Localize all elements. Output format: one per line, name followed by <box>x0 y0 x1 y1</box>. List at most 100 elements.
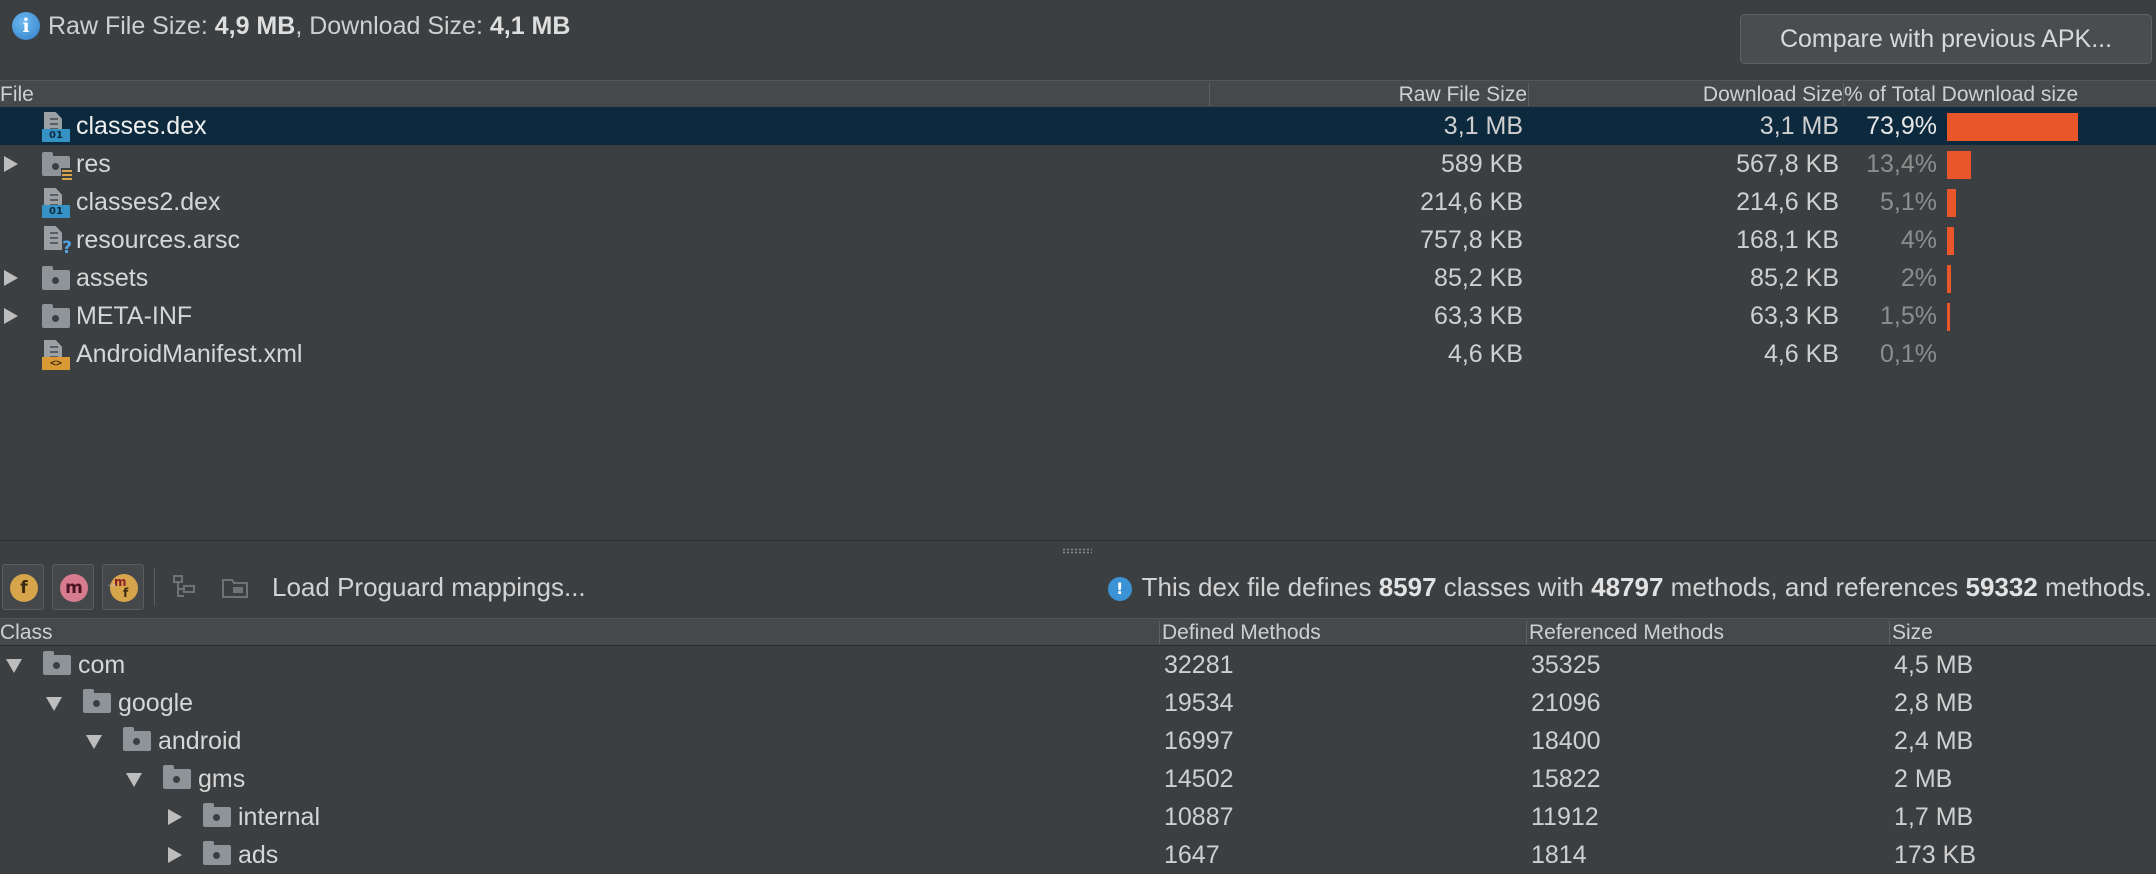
file-name: resources.arsc <box>76 226 240 254</box>
package-name: gms <box>198 765 246 793</box>
expand-arrow-icon[interactable] <box>4 308 18 324</box>
xml-file-icon: <> <box>42 340 72 370</box>
raw-size-column-header[interactable]: Raw File Size <box>1399 81 1527 108</box>
summary-bar: i Raw File Size: 4,9 MB, Download Size: … <box>0 0 2156 80</box>
file-name: AndroidManifest.xml <box>76 340 303 368</box>
download-size-cell: 168,1 KB <box>1736 226 1839 254</box>
folder-icon <box>42 302 72 332</box>
size-column-header[interactable]: Size <box>1892 619 1933 646</box>
class-row[interactable]: com 32281 35325 4,5 MB <box>0 646 2156 684</box>
package-name: internal <box>238 803 320 831</box>
raw-size-value: 4,9 MB <box>214 12 296 40</box>
pane-splitter[interactable] <box>0 540 2156 560</box>
dex-info-text: methods, and references <box>1663 572 1966 602</box>
package-name: ads <box>238 841 279 869</box>
collapse-arrow-icon[interactable] <box>86 735 102 749</box>
column-divider[interactable] <box>1159 621 1160 644</box>
info-icon: i <box>12 12 40 40</box>
collapse-arrow-icon[interactable] <box>6 659 22 673</box>
column-divider[interactable] <box>1209 83 1210 106</box>
package-folder-icon <box>203 803 231 827</box>
defined-methods-cell: 16997 <box>1164 727 1234 755</box>
raw-size-cell: 3,1 MB <box>1443 112 1523 140</box>
show-fields-button[interactable]: f <box>2 564 44 610</box>
file-row[interactable]: <> AndroidManifest.xml 4,6 KB 4,6 KB 0,1% <box>0 335 2156 373</box>
size-cell: 173 KB <box>1894 841 1977 869</box>
download-share-bar <box>1947 151 1971 179</box>
download-share-bar <box>1947 113 2078 141</box>
percent-cell: 13,4% <box>1866 150 1937 178</box>
download-share-bar <box>1947 265 1951 293</box>
raw-size-cell: 757,8 KB <box>1420 226 1523 254</box>
unknown-file-icon: ? <box>42 226 72 258</box>
toolbar-separator <box>154 568 155 606</box>
expand-arrow-icon[interactable] <box>4 156 18 172</box>
class-row[interactable]: internal 10887 11912 1,7 MB <box>0 798 2156 836</box>
package-name: google <box>118 689 194 717</box>
percent-cell: 1,5% <box>1880 302 1937 330</box>
file-row[interactable]: 01 classes.dex 3,1 MB 3,1 MB 73,9% <box>0 107 2156 145</box>
show-methods-button[interactable]: m <box>52 564 94 610</box>
show-referenced-button[interactable]: m f → <box>102 564 144 610</box>
file-row[interactable]: META-INF 63,3 KB 63,3 KB 1,5% <box>0 297 2156 335</box>
download-share-bar <box>1947 227 1954 255</box>
referenced-methods-column-header[interactable]: Referenced Methods <box>1529 619 1724 646</box>
class-column-header[interactable]: Class <box>0 619 53 646</box>
class-row[interactable]: ads 1647 1814 173 KB <box>0 836 2156 874</box>
file-row[interactable]: ? resources.arsc 757,8 KB 168,1 KB 4% <box>0 221 2156 259</box>
apk-analyzer-window: i Raw File Size: 4,9 MB, Download Size: … <box>0 0 2156 874</box>
res-folder-icon <box>42 150 73 182</box>
defined-methods-cell: 1647 <box>1164 841 1220 869</box>
class-row[interactable]: android 16997 18400 2,4 MB <box>0 722 2156 760</box>
deobfuscate-icon[interactable] <box>220 572 250 602</box>
file-row[interactable]: 01 classes2.dex 214,6 KB 214,6 KB 5,1% <box>0 183 2156 221</box>
file-name: classes2.dex <box>76 188 221 216</box>
splitter-grip-icon[interactable] <box>1062 548 1092 554</box>
defined-methods-cell: 14502 <box>1164 765 1234 793</box>
package-folder-icon <box>123 727 151 751</box>
class-row[interactable]: gms 14502 15822 2 MB <box>0 760 2156 798</box>
package-folder-icon <box>203 841 231 865</box>
file-column-header[interactable]: File <box>0 81 34 108</box>
expand-arrow-icon[interactable] <box>4 270 18 286</box>
class-count: 8597 <box>1378 572 1437 602</box>
expand-arrow-icon[interactable] <box>168 809 182 825</box>
package-folder-icon <box>163 765 191 789</box>
file-row[interactable]: assets 85,2 KB 85,2 KB 2% <box>0 259 2156 297</box>
download-size-cell: 85,2 KB <box>1750 264 1839 292</box>
package-folder-icon <box>43 651 71 675</box>
dex-info-text: This dex file defines <box>1141 572 1379 602</box>
download-size-cell: 3,1 MB <box>1759 112 1839 140</box>
download-share-bar <box>1947 303 1950 331</box>
download-size-value: 4,1 MB <box>489 12 571 40</box>
download-size-column-header[interactable]: Download Size <box>1703 81 1843 108</box>
download-share-bar <box>1947 189 1956 217</box>
column-divider[interactable] <box>1528 83 1529 106</box>
compare-apk-button[interactable]: Compare with previous APK... <box>1740 14 2152 64</box>
defined-methods-cell: 32281 <box>1164 651 1234 679</box>
file-name: assets <box>76 264 149 292</box>
load-proguard-button[interactable]: Load Proguard mappings... <box>272 568 586 606</box>
dex-info-text: methods. <box>2037 572 2152 602</box>
percent-cell: 5,1% <box>1880 188 1937 216</box>
referenced-methods-cell: 11912 <box>1531 803 1599 831</box>
file-name: classes.dex <box>76 112 207 140</box>
size-cell: 2,8 MB <box>1894 689 1974 717</box>
collapse-arrow-icon[interactable] <box>126 773 142 787</box>
defined-methods-column-header[interactable]: Defined Methods <box>1162 619 1321 646</box>
column-divider[interactable] <box>1889 621 1890 644</box>
column-divider[interactable] <box>1526 621 1527 644</box>
percent-cell: 73,9% <box>1866 112 1937 140</box>
raw-size-cell: 4,6 KB <box>1447 340 1523 368</box>
download-size-cell: 63,3 KB <box>1750 302 1839 330</box>
size-cell: 2 MB <box>1894 765 1953 793</box>
info-icon: ! <box>1107 577 1132 601</box>
collapse-arrow-icon[interactable] <box>46 697 62 711</box>
expand-arrow-icon[interactable] <box>168 847 182 863</box>
apk-size-summary: Raw File Size: 4,9 MB, Download Size: 4,… <box>48 10 570 42</box>
file-row[interactable]: res 589 KB 567,8 KB 13,4% <box>0 145 2156 183</box>
download-size-cell: 4,6 KB <box>1763 340 1839 368</box>
tree-structure-icon[interactable] <box>170 572 200 602</box>
percent-column-header[interactable]: % of Total Download size <box>1844 81 2078 108</box>
class-row[interactable]: google 19534 21096 2,8 MB <box>0 684 2156 722</box>
